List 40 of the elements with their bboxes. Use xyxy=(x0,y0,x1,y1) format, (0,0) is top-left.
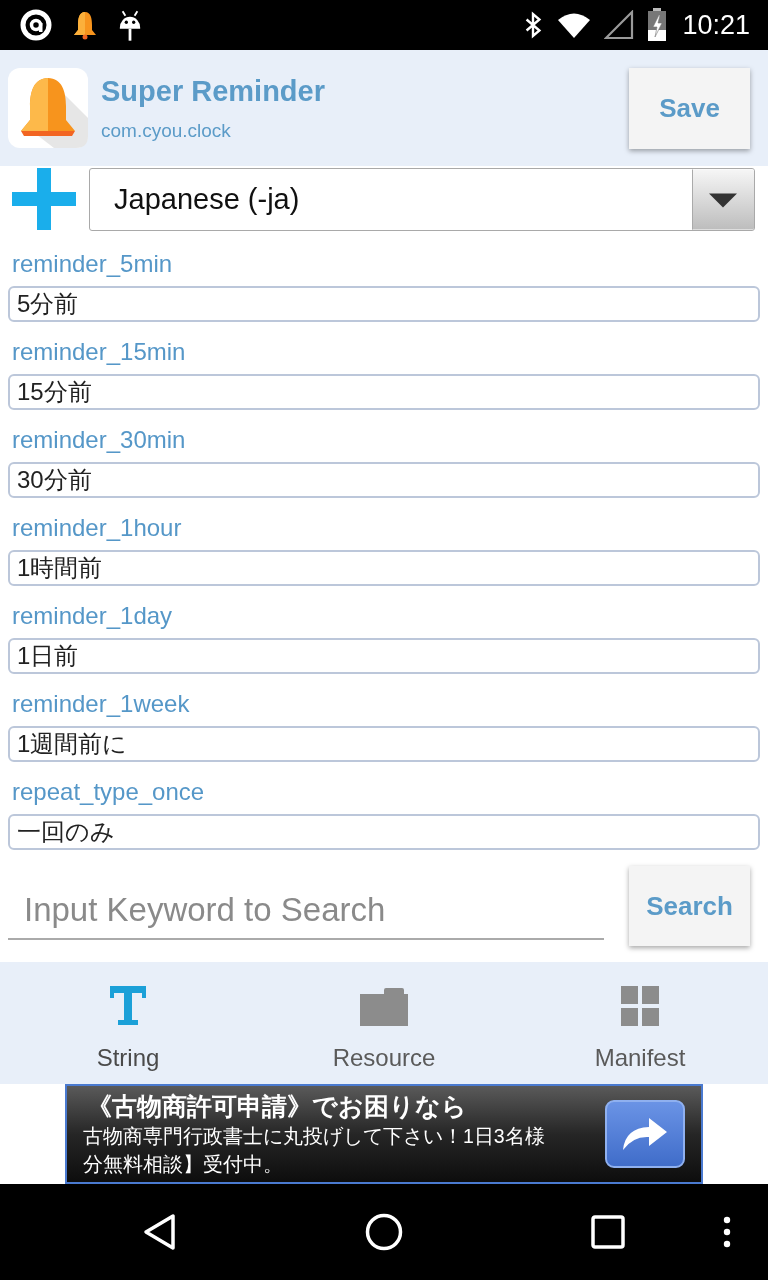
bell-icon xyxy=(73,10,97,40)
signal-icon xyxy=(604,10,635,40)
grid-icon xyxy=(621,986,659,1026)
more-icon[interactable] xyxy=(723,1216,731,1248)
text-field[interactable]: 15分前 xyxy=(8,374,760,410)
nav-tab[interactable]: Resource xyxy=(256,962,512,1084)
text-field[interactable]: 1日前 xyxy=(8,638,760,674)
bell-icon xyxy=(8,68,88,148)
package-name: com.cyou.clock xyxy=(101,119,232,143)
text-icon xyxy=(110,986,146,1026)
string-key: reminder_30min xyxy=(8,420,186,460)
home-icon[interactable] xyxy=(364,1212,404,1252)
ad-text: 古物商専門行政書士に丸投げして下さい！1日3名様 xyxy=(83,1124,546,1149)
clock-time: 10:21 xyxy=(682,9,750,41)
search-field[interactable]: Input Keyword to Search xyxy=(8,882,604,940)
string-key: reminder_1week xyxy=(8,684,190,724)
string-key: reminder_5min xyxy=(8,244,173,284)
caret-icon xyxy=(692,168,754,230)
string-key: reminder_15min xyxy=(8,332,186,372)
recents-icon[interactable] xyxy=(591,1215,625,1249)
string-key: reminder_1hour xyxy=(8,508,182,548)
ring-icon xyxy=(20,9,52,41)
nav-tab[interactable]: Manifest xyxy=(512,962,768,1084)
wifi-icon xyxy=(557,11,592,39)
app-name: Super Reminder xyxy=(101,74,326,109)
text-field[interactable]: 5分前 xyxy=(8,286,760,322)
text-field[interactable]: 1週間前に xyxy=(8,726,760,762)
string-key: reminder_1day xyxy=(8,596,173,636)
text-field[interactable]: 1時間前 xyxy=(8,550,760,586)
ad-text: 分無料相談】受付中。 xyxy=(83,1152,284,1177)
string-key: repeat_type_once xyxy=(8,772,205,812)
folder-icon xyxy=(360,986,408,1026)
battery-icon xyxy=(647,8,668,42)
ad-title: 《古物商許可申請》でお困りなら xyxy=(86,1091,468,1122)
text-field[interactable]: 一回のみ xyxy=(8,814,760,850)
ad-banner[interactable]: 《古物商許可申請》でお困りなら 古物商専門行政書士に丸投げして下さい！1日3名様 分無料相談】受付中。 xyxy=(65,1084,703,1184)
robot-icon xyxy=(118,9,142,41)
language-dropdown[interactable]: Japanese (-ja) xyxy=(89,167,755,231)
nav-tab[interactable]: String xyxy=(0,962,256,1084)
text-field[interactable]: 30分前 xyxy=(8,462,760,498)
